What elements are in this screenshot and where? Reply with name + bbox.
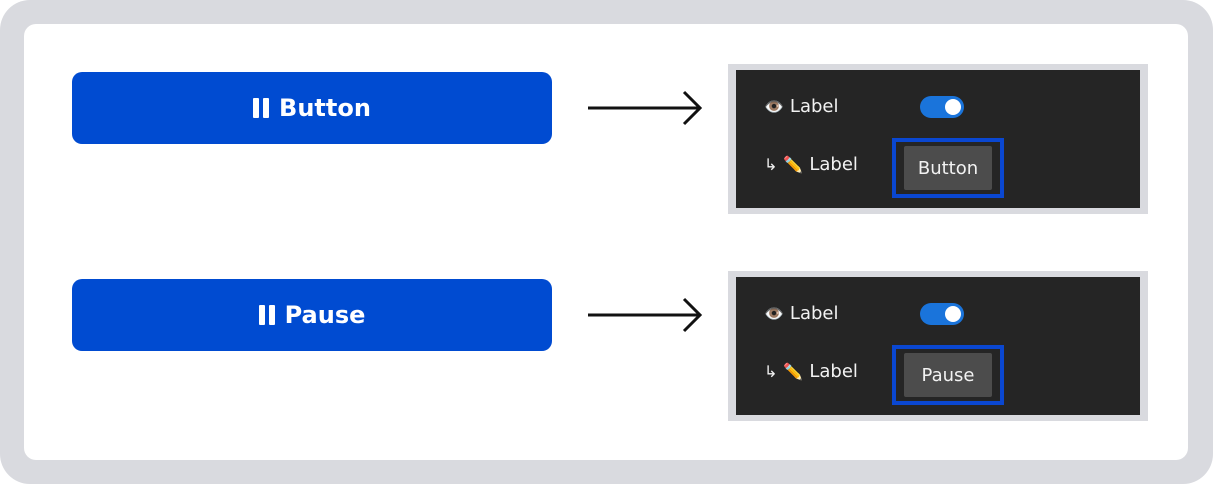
label-row: 👁️ Label xyxy=(764,96,838,117)
pencil-icon: ✏️ xyxy=(783,362,804,381)
content-area: Button 👁️ Label ↳ ✏️ Label Button Pause … xyxy=(24,24,1188,460)
label-row: ↳ ✏️ Label xyxy=(764,361,858,382)
visibility-toggle[interactable] xyxy=(920,303,964,325)
pencil-icon: ✏️ xyxy=(783,155,804,174)
inspector-button[interactable]: Pause xyxy=(904,353,992,397)
primary-button[interactable]: Pause xyxy=(72,279,552,351)
primary-button[interactable]: Button xyxy=(72,72,552,144)
right-arrow-icon xyxy=(588,297,703,333)
visibility-toggle[interactable] xyxy=(920,96,964,118)
inspector-button-label: Pause xyxy=(921,364,975,386)
primary-button-label: Button xyxy=(279,94,371,122)
right-arrow-icon xyxy=(588,90,703,126)
highlight-box: Button xyxy=(892,138,1004,198)
inspector-button-label: Button xyxy=(917,157,979,179)
preview-panel: 👁️ Label ↳ ✏️ Label Pause xyxy=(728,271,1148,421)
preview-panel: 👁️ Label ↳ ✏️ Label Button xyxy=(728,64,1148,214)
field-label: Label xyxy=(789,96,839,117)
field-label: Label xyxy=(809,154,858,175)
outer-frame: Button 👁️ Label ↳ ✏️ Label Button Pause … xyxy=(0,0,1213,484)
pause-icon xyxy=(253,98,270,118)
example-row: Pause 👁️ Label ↳ ✏️ Label Pause xyxy=(24,271,1188,427)
example-row: Button 👁️ Label ↳ ✏️ Label Button xyxy=(24,64,1188,220)
label-row: 👁️ Label xyxy=(764,303,838,324)
field-label: Label xyxy=(809,361,858,382)
inspector-panel: 👁️ Label ↳ ✏️ Label Pause xyxy=(736,277,1140,415)
return-arrow-icon: ↳ xyxy=(764,155,778,174)
pause-icon xyxy=(258,305,275,325)
inspector-panel: 👁️ Label ↳ ✏️ Label Button xyxy=(736,70,1140,208)
eye-icon: 👁️ xyxy=(764,304,784,323)
label-row: ↳ ✏️ Label xyxy=(764,154,858,175)
highlight-box: Pause xyxy=(892,345,1004,405)
return-arrow-icon: ↳ xyxy=(764,362,778,381)
eye-icon: 👁️ xyxy=(764,97,784,116)
inspector-button[interactable]: Button xyxy=(904,146,992,190)
field-label: Label xyxy=(789,303,839,324)
primary-button-label: Pause xyxy=(284,301,366,329)
